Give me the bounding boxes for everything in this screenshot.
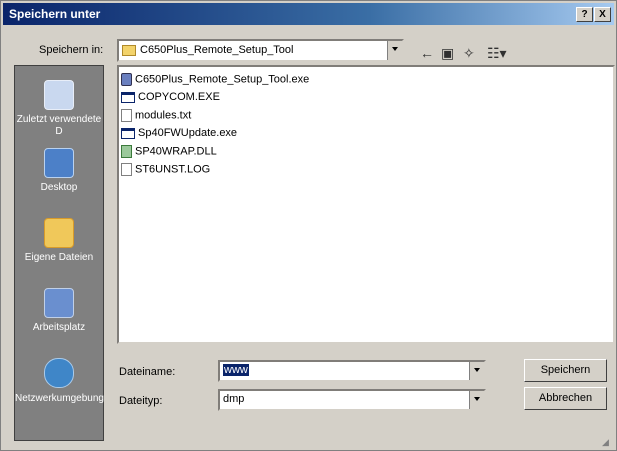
file-list[interactable]: C650Plus_Remote_Setup_Tool.exe COPYCOM.E… [117,65,615,344]
place-network-label: Netzwerkumgebung [15,393,104,404]
chevron-down-icon[interactable] [387,41,402,60]
places-bar: Zuletzt verwendete D Desktop Eigene Date… [14,65,104,441]
new-folder-icon[interactable]: ✧ [463,45,475,62]
close-button[interactable]: X [594,7,611,22]
exe-window-icon [121,127,135,139]
list-item[interactable]: SP40WRAP.DLL [121,145,217,162]
save-in-label: Speichern in: [39,44,104,56]
save-in-dropdown[interactable]: C650Plus_Remote_Setup_Tool [117,39,404,62]
exe-window-icon [121,91,135,103]
place-my-documents[interactable]: Eigene Dateien [15,218,103,264]
list-item[interactable]: COPYCOM.EXE [121,91,220,108]
back-arrow-icon[interactable]: ← [420,45,434,61]
views-menu-icon[interactable]: ☷▾ [487,45,507,62]
desktop-icon [44,148,74,178]
resize-grip-icon[interactable]: ◢ [602,437,609,448]
place-desktop[interactable]: Desktop [15,148,103,194]
place-desktop-label: Desktop [40,182,78,193]
place-my-computer[interactable]: Arbeitsplatz [15,288,103,334]
list-item[interactable]: modules.txt [121,109,191,126]
title-bar[interactable]: Speichern unter ? X [3,3,614,25]
save-in-value: C650Plus_Remote_Setup_Tool [140,44,294,56]
filename-value: www [223,364,249,376]
list-item[interactable]: ST6UNST.LOG [121,163,210,180]
filename-label: Dateiname: [119,366,176,378]
cancel-button[interactable]: Abbrechen [524,387,607,410]
app-exe-icon [121,73,132,86]
log-file-icon [121,163,132,176]
list-item[interactable]: C650Plus_Remote_Setup_Tool.exe [121,73,309,90]
recent-documents-icon [44,80,74,110]
text-file-icon [121,109,132,122]
place-network[interactable]: Netzwerkumgebung [15,358,104,405]
folder-up-icon[interactable]: ▣ [441,45,454,62]
list-item[interactable]: Sp40FWUpdate.exe [121,127,237,144]
filetype-select[interactable]: dmp [218,389,486,411]
place-recent[interactable]: Zuletzt verwendete D [15,80,103,138]
place-my-documents-label: Eigene Dateien [24,252,94,263]
place-my-computer-label: Arbeitsplatz [32,322,86,333]
chevron-down-icon[interactable] [469,391,484,409]
network-icon [44,358,74,388]
dll-icon [121,145,132,158]
folder-icon [122,44,136,56]
place-recent-label: Zuletzt verwendete D [16,114,102,137]
my-documents-icon [44,218,74,248]
chevron-down-icon[interactable] [469,362,484,380]
filetype-label: Dateityp: [119,395,163,407]
filename-input[interactable]: www [218,360,486,382]
window-title: Speichern unter [9,7,101,21]
help-button[interactable]: ? [576,7,593,22]
save-button[interactable]: Speichern [524,359,607,382]
filetype-value: dmp [223,393,245,405]
save-as-dialog: Speichern unter ? X Speichern in: C650Pl… [0,0,617,451]
my-computer-icon [44,288,74,318]
